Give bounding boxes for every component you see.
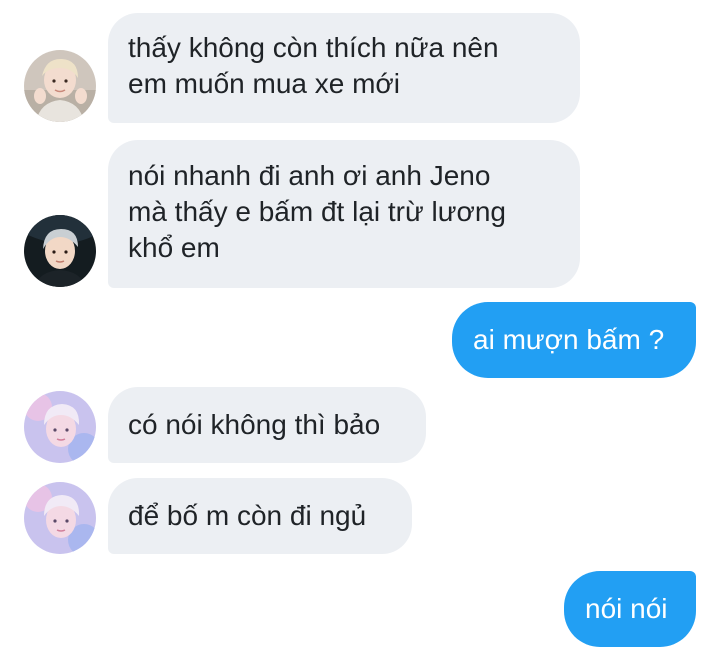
message-bubble-incoming[interactable]: để bố m còn đi ngủ: [108, 478, 412, 554]
message-bubble-outgoing[interactable]: ai mượn bấm ?: [452, 302, 696, 378]
avatar-blond-boy-icon[interactable]: [24, 50, 96, 122]
message-bubble-outgoing[interactable]: nói nói: [564, 571, 696, 647]
avatar-pastel-boy-icon[interactable]: [24, 391, 96, 463]
avatar-dark-boy-icon[interactable]: [24, 215, 96, 287]
message-bubble-incoming[interactable]: nói nhanh đi anh ơi anh Jeno mà thấy e b…: [108, 140, 580, 288]
message-bubble-incoming[interactable]: thấy không còn thích nữa nên em muốn mua…: [108, 13, 580, 123]
message-bubble-incoming[interactable]: có nói không thì bảo: [108, 387, 426, 463]
avatar-pastel-boy-icon[interactable]: [24, 482, 96, 554]
